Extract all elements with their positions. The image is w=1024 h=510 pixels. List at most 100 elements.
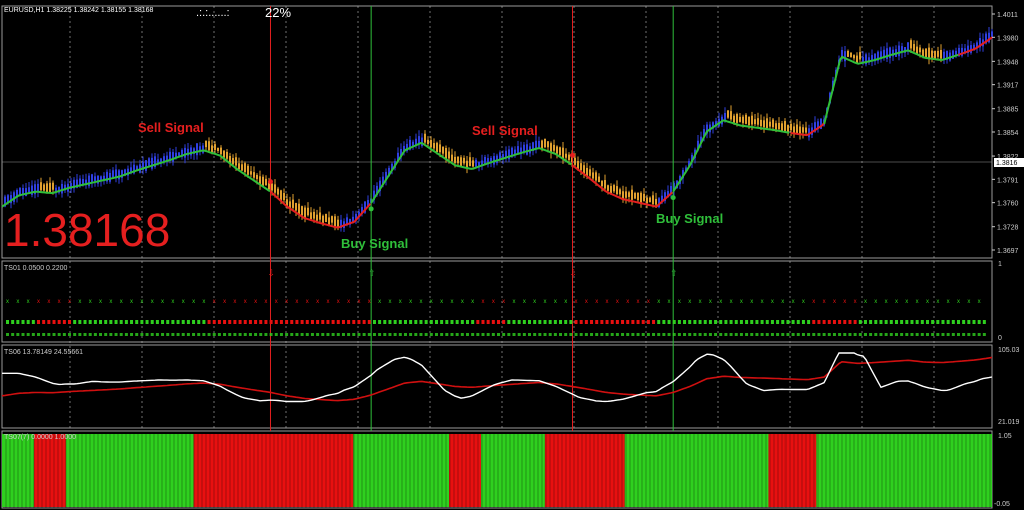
candle-body	[205, 140, 207, 148]
ts01-dot-row2	[843, 333, 847, 336]
ts01-x-mark: x	[58, 299, 61, 305]
candle-body	[616, 186, 618, 195]
ts01-dot-row2	[662, 333, 666, 336]
ts01-dot-row2	[657, 333, 661, 336]
ts01-dot-row2	[424, 333, 428, 336]
ts01-dot-row1	[155, 320, 159, 324]
candle-body	[637, 192, 639, 201]
ts01-dot-row2	[533, 333, 537, 336]
candle-body	[589, 169, 591, 176]
ts01-dot-row2	[636, 333, 640, 336]
ts01-x-mark: x	[730, 299, 733, 305]
ts01-dot-row1	[367, 320, 371, 324]
ts01-x-mark: x	[89, 299, 92, 305]
ts01-dot-row2	[920, 333, 924, 336]
candle-body	[853, 55, 855, 59]
candle-body	[94, 176, 96, 182]
ts01-dot-row2	[708, 333, 712, 336]
candle-body	[271, 183, 273, 191]
ts01-dot-row1	[894, 320, 898, 324]
ts07-bar-3	[193, 434, 354, 507]
trading-chart[interactable]: ⇩ ⇧ ⇩ ⇧ x x x x x x x x x x x x x x x x x x x x x x x x x x x x x x x x x x x…	[0, 0, 1024, 510]
ts01-dot-row1	[574, 320, 578, 324]
candle-body	[568, 154, 570, 161]
ts01-dot-row1	[677, 320, 681, 324]
ts01-dot-row2	[538, 333, 542, 336]
ts01-dot-row1	[626, 320, 630, 324]
candle-body	[214, 144, 216, 151]
candle-body	[607, 185, 609, 191]
ts01-x-mark: x	[182, 299, 185, 305]
ts01-dot-row2	[497, 333, 500, 336]
ts01-dot-row2	[579, 333, 583, 336]
candle-body	[619, 189, 621, 195]
ts01-dot-row2	[274, 333, 278, 336]
ts01-dot-row1	[217, 320, 221, 324]
ts01-x-mark: x	[781, 299, 784, 305]
candle-body	[430, 140, 432, 148]
candle-body	[472, 160, 474, 167]
candle-body	[769, 121, 771, 127]
candle-body	[763, 120, 765, 128]
candle-body	[553, 144, 555, 151]
ts01-dot-row1	[171, 320, 175, 324]
ts01-dot-row1	[543, 320, 547, 324]
ts01-x-mark: x	[192, 299, 195, 305]
ts01-dot-row2	[455, 333, 459, 336]
ts01-dot-row2	[99, 333, 103, 336]
ts01-dot-row1	[967, 320, 971, 324]
ts01-dot-row2	[750, 333, 754, 336]
buy-signal-label-2: Buy Signal	[656, 211, 723, 226]
ts01-dot-row1	[52, 320, 56, 324]
ts01-x-mark: x	[471, 299, 474, 305]
candle-body	[655, 198, 657, 205]
ts01-dot-row1	[765, 320, 769, 324]
candle-body	[118, 170, 120, 180]
candle-body	[793, 126, 795, 134]
ts01-dot-row2	[962, 333, 966, 336]
ts01-dot-row2	[171, 333, 175, 336]
ts01-dot-row1	[150, 320, 154, 324]
ts01-dot-row2	[88, 333, 92, 336]
ts01-dot-row2	[450, 333, 454, 336]
candle-body	[544, 138, 546, 148]
ts01-dot-row2	[564, 333, 568, 336]
ts01-dot-row1	[662, 320, 666, 324]
price-tick-label: 1.3728	[997, 225, 1019, 232]
ts01-dot-row1	[223, 320, 227, 324]
ts01-x-mark: x	[347, 299, 350, 305]
ts01-dot-row2	[269, 333, 273, 336]
candle-body	[319, 212, 321, 220]
ts01-dot-row2	[528, 333, 532, 336]
candle-body	[934, 50, 936, 59]
ts06-scale-bottom: 21.019	[998, 419, 1020, 426]
candle-body	[442, 146, 444, 154]
ts01-dot-row1	[264, 320, 268, 324]
ts01-dot-row1	[610, 320, 614, 324]
ts07-bar-7	[544, 434, 625, 507]
ts01-dot-row2	[553, 333, 557, 336]
ts01-dot-row1	[698, 320, 702, 324]
ts01-scale-bottom: 0	[998, 335, 1002, 342]
candle-body	[940, 50, 942, 59]
candle-body	[847, 50, 849, 57]
ts01-dot-row1	[347, 320, 351, 324]
ts01-dot-row1	[641, 320, 645, 324]
ts01-dot-row1	[900, 320, 904, 324]
ts01-dot-row1	[884, 320, 888, 324]
ts01-x-mark: x	[678, 299, 681, 305]
ts01-dot-row1	[429, 320, 433, 324]
ts01-x-mark: x	[337, 299, 340, 305]
ts01-dot-row2	[336, 333, 340, 336]
price-tick-label: 1.3885	[997, 107, 1019, 114]
candle-body	[517, 146, 519, 154]
ts01-dot-row2	[362, 333, 366, 336]
candle-body	[457, 156, 459, 164]
ts01-dot-row1	[693, 320, 697, 324]
ts01-dot-row2	[295, 333, 299, 336]
candle-body	[445, 148, 447, 159]
ts01-x-mark: x	[916, 299, 919, 305]
ts01-dot-row1	[130, 320, 134, 324]
ts01-dot-row1	[962, 320, 966, 324]
ts01-dot-row2	[755, 333, 759, 336]
